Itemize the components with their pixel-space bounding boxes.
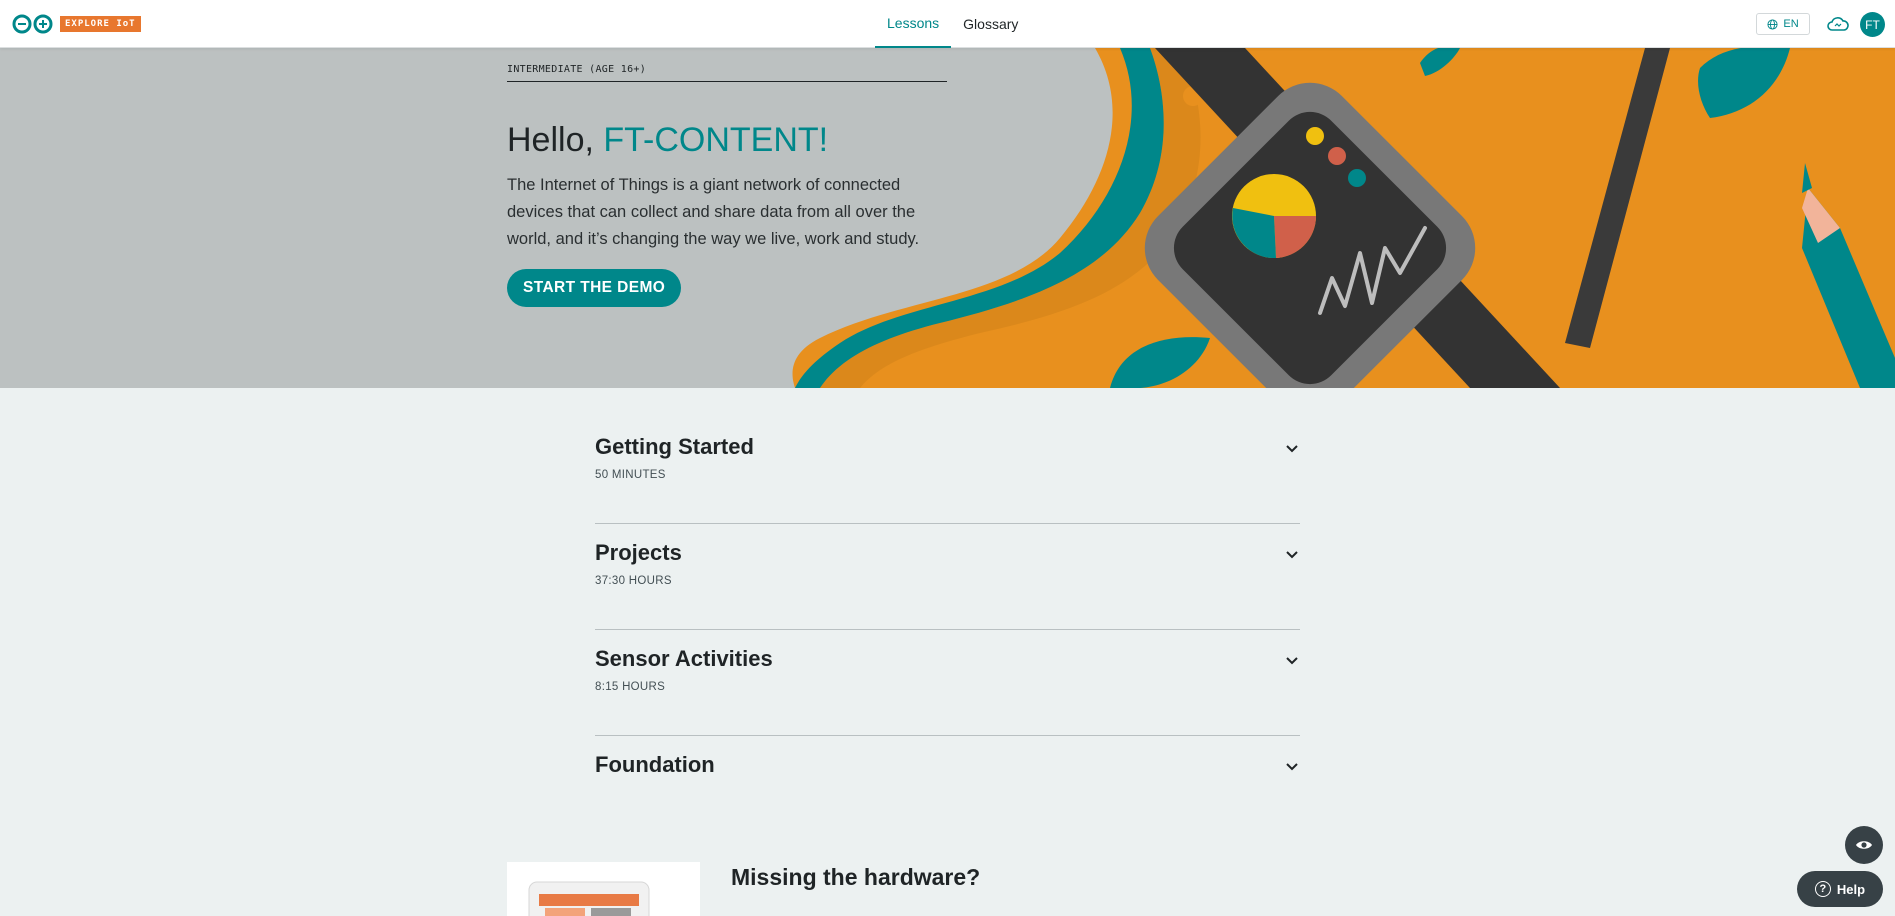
section-duration: 37:30 HOURS <box>595 575 672 587</box>
missing-hardware-heading: Missing the hardware? <box>731 864 981 890</box>
chevron-down-icon[interactable] <box>1284 758 1300 774</box>
accessibility-button[interactable] <box>1845 826 1883 864</box>
intro-text: The Internet of Things is a giant networ… <box>507 176 920 248</box>
lesson-sections: Getting Started 50 MINUTES Projects 37:3… <box>595 418 1300 842</box>
help-button[interactable]: ? Help <box>1797 871 1883 907</box>
user-avatar[interactable]: FT <box>1860 12 1885 37</box>
start-demo-button[interactable]: START THE DEMO <box>507 269 682 307</box>
language-label: EN <box>1783 18 1799 30</box>
section-projects[interactable]: Projects 37:30 HOURS <box>595 524 1300 630</box>
section-title: Foundation <box>595 752 715 777</box>
chevron-down-icon[interactable] <box>1284 546 1300 562</box>
logo-badge: EXPLORE IoT <box>60 16 141 32</box>
hero-content: INTERMEDIATE (AGE 16+) Hello, FT-CONTENT… <box>507 48 947 307</box>
globe-icon <box>1767 18 1778 30</box>
help-label: Help <box>1836 881 1866 897</box>
main-tabs: Lessons Glossary <box>875 0 1030 48</box>
section-title: Getting Started <box>595 434 754 459</box>
section-foundation[interactable]: Foundation <box>595 736 1300 842</box>
hardware-kit-image <box>507 862 700 916</box>
chevron-down-icon[interactable] <box>1284 440 1300 456</box>
section-duration: 8:15 HOURS <box>595 681 666 693</box>
tab-glossary[interactable]: Glossary <box>951 0 1030 48</box>
eye-icon <box>1856 841 1872 849</box>
user-name: FT-CONTENT! <box>603 121 829 159</box>
explore-iot-logo[interactable]: EXPLORE IoT <box>12 14 141 34</box>
chevron-down-icon[interactable] <box>1284 652 1300 668</box>
section-title: Sensor Activities <box>595 646 773 671</box>
top-nav: EXPLORE IoT Lessons Glossary EN FT <box>0 0 1895 48</box>
kit-box-illustration <box>528 881 650 916</box>
greeting-prefix: Hello, <box>507 121 604 159</box>
hero-banner: INTERMEDIATE (AGE 16+) Hello, FT-CONTENT… <box>0 48 1895 388</box>
language-selector[interactable]: EN <box>1756 13 1810 35</box>
question-icon: ? <box>1814 881 1831 897</box>
section-getting-started[interactable]: Getting Started 50 MINUTES <box>595 418 1300 524</box>
smartwatch-illustration <box>792 48 1895 388</box>
level-label: INTERMEDIATE (AGE 16+) <box>507 48 947 82</box>
tab-lessons[interactable]: Lessons <box>875 0 952 48</box>
section-title: Projects <box>595 540 682 565</box>
cloud-icon <box>1827 17 1849 31</box>
arduino-infinity-icon <box>12 14 53 34</box>
cloud-button[interactable] <box>1826 14 1850 34</box>
section-sensor-activities[interactable]: Sensor Activities 8:15 HOURS <box>595 630 1300 736</box>
section-duration: 50 MINUTES <box>595 469 666 481</box>
greeting-heading: Hello, FT-CONTENT! <box>507 120 947 160</box>
